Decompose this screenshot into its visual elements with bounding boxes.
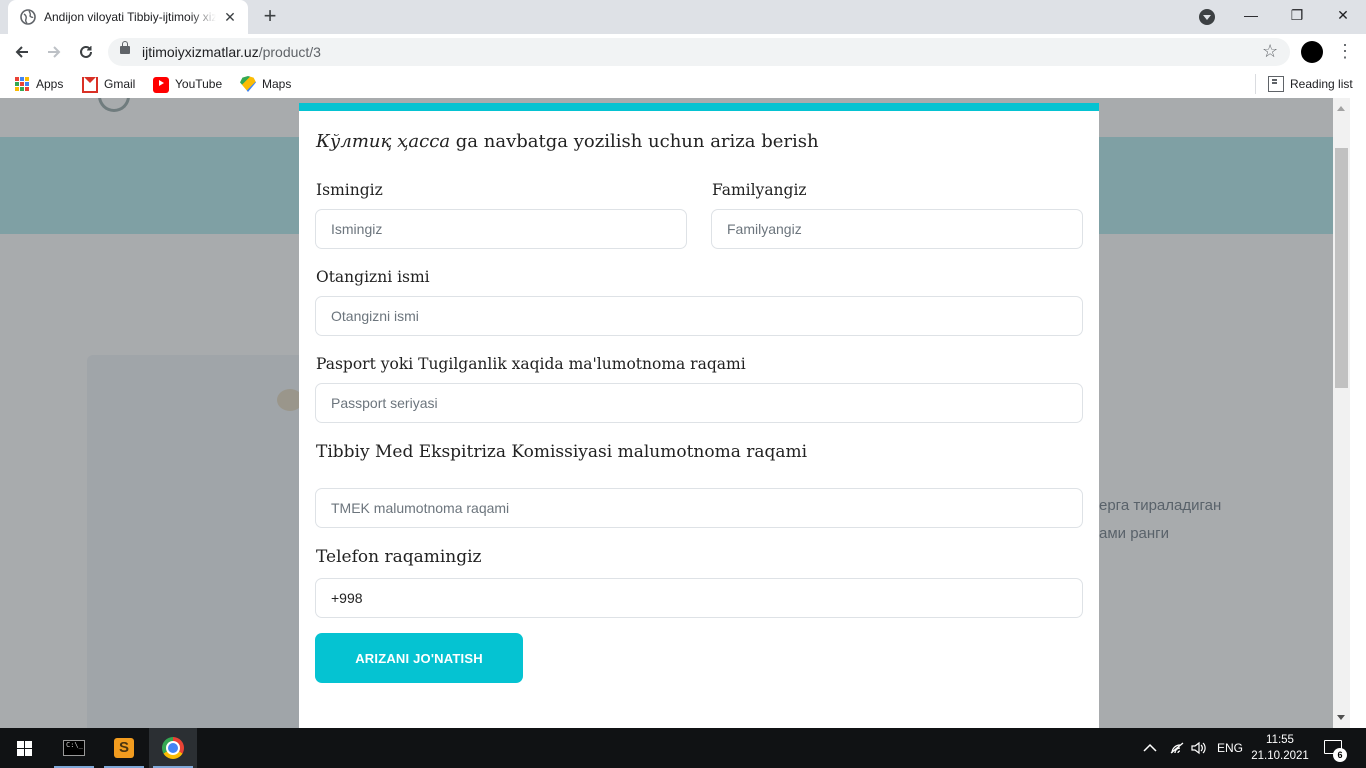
reading-list-button[interactable]: Reading list bbox=[1268, 75, 1353, 93]
phone-field[interactable] bbox=[315, 578, 1083, 618]
close-tab-icon[interactable]: ✕ bbox=[222, 9, 238, 25]
passport-label: Pasport yoki Tugilganlik xaqida ma'lumot… bbox=[316, 355, 746, 373]
notification-count-badge: 6 bbox=[1333, 748, 1347, 762]
browser-tab[interactable]: Andijon viloyati Tibbiy-ijtimoiy xizmatl… bbox=[8, 0, 248, 34]
phone-label: Telefon raqamingiz bbox=[316, 547, 482, 567]
first-name-field[interactable] bbox=[315, 209, 687, 249]
arrow-right-icon bbox=[48, 46, 61, 58]
wifi-icon bbox=[1170, 742, 1184, 754]
page-scrollbar[interactable] bbox=[1333, 98, 1350, 728]
title-text: ga navbatga yozilish uchun ariza berish bbox=[450, 131, 819, 152]
input-language[interactable]: ENG bbox=[1217, 728, 1243, 768]
last-name-label: Familyangiz bbox=[712, 181, 807, 199]
last-name-field[interactable] bbox=[711, 209, 1083, 249]
bookmark-apps[interactable]: Apps bbox=[14, 75, 63, 93]
bookmarks-bar: Apps Gmail YouTube Maps Reading list bbox=[0, 70, 1366, 98]
close-window-button[interactable]: ✕ bbox=[1320, 0, 1366, 30]
forward-button[interactable] bbox=[42, 40, 66, 64]
new-tab-button[interactable]: + bbox=[258, 5, 282, 28]
scrollbar-thumb[interactable] bbox=[1335, 148, 1348, 388]
sublime-text-icon bbox=[114, 738, 134, 758]
volume-control[interactable] bbox=[1191, 728, 1207, 768]
first-name-label: Ismingiz bbox=[316, 181, 383, 199]
network-status[interactable] bbox=[1169, 728, 1185, 768]
start-button[interactable] bbox=[0, 728, 48, 768]
tmek-field[interactable] bbox=[315, 488, 1083, 528]
browser-toolbar: ijtimoiyxizmatlar.uz/product/3 ☆ ⋮ bbox=[0, 34, 1366, 70]
tab-search-icon[interactable] bbox=[1199, 9, 1215, 25]
taskbar-cmd[interactable]: C:\_ bbox=[50, 728, 98, 768]
taskbar-chrome[interactable] bbox=[149, 728, 197, 768]
tab-title: Andijon viloyati Tibbiy-ijtimoiy xizmatl… bbox=[44, 10, 216, 24]
command-prompt-icon: C:\_ bbox=[63, 740, 85, 756]
system-clock[interactable]: 11:55 21.10.2021 bbox=[1250, 732, 1310, 764]
reload-button[interactable] bbox=[74, 40, 98, 64]
arrow-left-icon bbox=[15, 46, 28, 58]
windows-logo-icon bbox=[16, 740, 32, 756]
scroll-up-arrow-icon[interactable] bbox=[1337, 106, 1345, 111]
address-bar[interactable]: ijtimoiyxizmatlar.uz/product/3 ☆ bbox=[108, 38, 1290, 66]
bookmarks-divider bbox=[1255, 74, 1256, 94]
gmail-icon bbox=[82, 77, 98, 93]
bookmark-label: Gmail bbox=[104, 77, 136, 91]
application-modal: Кўлтиқ ҳасса ga navbatga yozilish uchun … bbox=[299, 103, 1099, 728]
bookmark-youtube[interactable]: YouTube bbox=[153, 75, 222, 93]
bookmark-label: Maps bbox=[262, 77, 292, 91]
menu-kebab-icon[interactable]: ⋮ bbox=[1336, 41, 1354, 61]
chrome-icon bbox=[162, 737, 184, 759]
bookmark-maps[interactable]: Maps bbox=[240, 75, 291, 93]
speaker-icon bbox=[1191, 741, 1206, 755]
bookmark-gmail[interactable]: Gmail bbox=[82, 75, 135, 93]
patronymic-label: Otangizni ismi bbox=[316, 268, 430, 286]
apps-grid-icon bbox=[14, 76, 30, 92]
reading-list-icon bbox=[1268, 76, 1284, 92]
scroll-down-arrow-icon[interactable] bbox=[1337, 715, 1345, 720]
back-button[interactable] bbox=[10, 40, 34, 64]
youtube-icon bbox=[153, 77, 169, 93]
reading-list-label: Reading list bbox=[1290, 77, 1353, 91]
minimize-button[interactable]: — bbox=[1228, 0, 1274, 30]
show-hidden-icons-button[interactable] bbox=[1143, 728, 1157, 768]
tmek-label: Tibbiy Med Ekspitriza Komissiyasi malumo… bbox=[316, 442, 808, 462]
submit-application-button[interactable]: ARIZANI JO'NATISH bbox=[315, 633, 523, 683]
restore-button[interactable]: ❐ bbox=[1274, 0, 1320, 30]
reload-icon bbox=[80, 45, 92, 58]
lock-icon bbox=[120, 41, 130, 54]
url-text: ijtimoiyxizmatlar.uz/product/3 bbox=[142, 44, 321, 60]
patronymic-field[interactable] bbox=[315, 296, 1083, 336]
chevron-up-icon bbox=[1143, 743, 1157, 752]
service-name: Кўлтиқ ҳасса bbox=[316, 131, 451, 152]
windows-taskbar: C:\_ ENG 11:55 21.10.2021 6 bbox=[0, 728, 1366, 768]
bookmark-label: Apps bbox=[36, 77, 64, 91]
maps-icon bbox=[240, 76, 256, 92]
clock-date: 21.10.2021 bbox=[1251, 750, 1309, 762]
profile-avatar[interactable] bbox=[1301, 41, 1323, 63]
taskbar-sublime[interactable] bbox=[100, 728, 148, 768]
clock-time: 11:55 bbox=[1266, 734, 1294, 746]
passport-field[interactable] bbox=[315, 383, 1083, 423]
page-viewport: ерга тираладиган ами ранги Кўлтиқ ҳасса … bbox=[0, 98, 1366, 728]
globe-icon bbox=[20, 9, 36, 25]
bookmark-star-icon[interactable]: ☆ bbox=[1262, 41, 1278, 62]
tab-strip: Andijon viloyati Tibbiy-ijtimoiy xizmatl… bbox=[0, 0, 1366, 34]
modal-title: Кўлтиқ ҳасса ga navbatga yozilish uchun … bbox=[316, 131, 819, 152]
bookmark-label: YouTube bbox=[175, 77, 223, 91]
